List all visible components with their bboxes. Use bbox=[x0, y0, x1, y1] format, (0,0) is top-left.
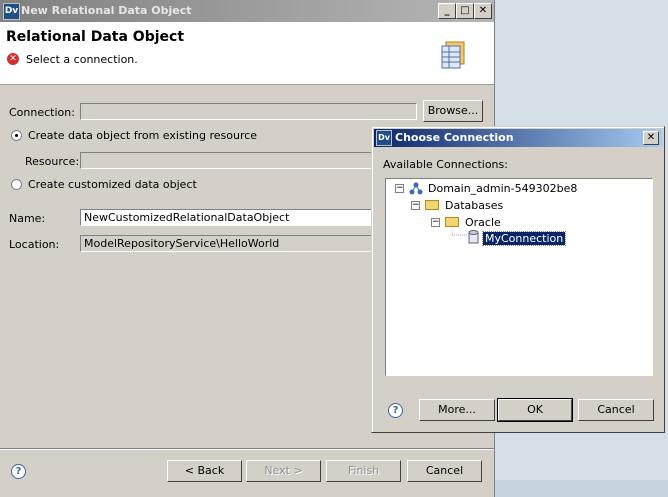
network-icon bbox=[409, 182, 423, 195]
tree-item-domain[interactable]: Domain_admin-549302be8 bbox=[428, 182, 577, 195]
dialog-titlebar[interactable]: Dv Choose Connection ✕ bbox=[374, 129, 662, 147]
browse-button[interactable]: Browse... bbox=[423, 100, 483, 122]
collapse-databases-icon[interactable]: − bbox=[411, 201, 420, 210]
error-icon: ✕ bbox=[7, 53, 19, 65]
dialog-cancel-button[interactable]: Cancel bbox=[578, 399, 654, 421]
ok-button[interactable]: OK bbox=[497, 398, 573, 422]
tree-item-oracle[interactable]: Oracle bbox=[465, 216, 501, 229]
radio-existing-resource[interactable] bbox=[11, 130, 22, 141]
help-icon[interactable]: ? bbox=[11, 464, 26, 479]
more-button[interactable]: More... bbox=[419, 399, 495, 421]
radio-custom-object[interactable] bbox=[11, 179, 22, 190]
folder-icon bbox=[425, 200, 439, 210]
main-titlebar[interactable]: Dv New Relational Data Object _ □ ✕ bbox=[0, 0, 494, 22]
banner-table-icon bbox=[441, 41, 465, 69]
footer-separator bbox=[0, 448, 494, 450]
maximize-button[interactable]: □ bbox=[456, 3, 474, 19]
finish-button[interactable]: Finish bbox=[326, 460, 401, 482]
collapse-domain-icon[interactable]: − bbox=[395, 184, 404, 193]
page-title: Relational Data Object bbox=[6, 29, 185, 45]
name-label: Name: bbox=[9, 212, 46, 225]
radio-custom-label[interactable]: Create customized data object bbox=[28, 178, 197, 191]
close-button[interactable]: ✕ bbox=[474, 3, 492, 19]
location-field[interactable]: ModelRepositoryService\HelloWorld bbox=[80, 235, 372, 252]
back-button[interactable]: < Back bbox=[167, 460, 242, 482]
radio-existing-label[interactable]: Create data object from existing resourc… bbox=[28, 129, 257, 142]
collapse-oracle-icon[interactable]: − bbox=[431, 218, 440, 227]
minimize-button[interactable]: _ bbox=[438, 3, 456, 19]
database-icon bbox=[468, 230, 479, 244]
wizard-header: Relational Data Object ✕ Select a connec… bbox=[0, 22, 494, 85]
next-button[interactable]: Next > bbox=[246, 460, 321, 482]
dialog-app-icon: Dv bbox=[376, 130, 392, 146]
resource-field[interactable] bbox=[80, 152, 372, 169]
dialog-title: Choose Connection bbox=[395, 131, 514, 144]
choose-connection-dialog: Dv Choose Connection ✕ Available Connect… bbox=[371, 126, 665, 433]
dialog-close-button[interactable]: ✕ bbox=[643, 131, 659, 145]
app-icon: Dv bbox=[3, 3, 20, 20]
tree-item-myconnection[interactable]: MyConnection bbox=[481, 231, 567, 246]
dialog-help-icon[interactable]: ? bbox=[388, 403, 403, 418]
name-input[interactable]: NewCustomizedRelationalDataObject bbox=[80, 209, 372, 226]
folder-icon bbox=[445, 217, 459, 227]
cancel-button[interactable]: Cancel bbox=[407, 460, 482, 482]
connections-tree[interactable]: − Domain_admin-549302be8 − Databases − O… bbox=[385, 178, 653, 376]
error-message: Select a connection. bbox=[26, 53, 138, 66]
desktop-background-bottom bbox=[495, 480, 668, 497]
connection-label: Connection: bbox=[9, 106, 75, 119]
resource-label: Resource: bbox=[25, 155, 80, 168]
location-label: Location: bbox=[9, 238, 60, 251]
connection-field[interactable] bbox=[80, 103, 417, 120]
window-title: New Relational Data Object bbox=[21, 4, 192, 17]
tree-item-databases[interactable]: Databases bbox=[445, 199, 503, 212]
available-connections-label: Available Connections: bbox=[383, 158, 508, 171]
tree-connector bbox=[452, 228, 467, 236]
